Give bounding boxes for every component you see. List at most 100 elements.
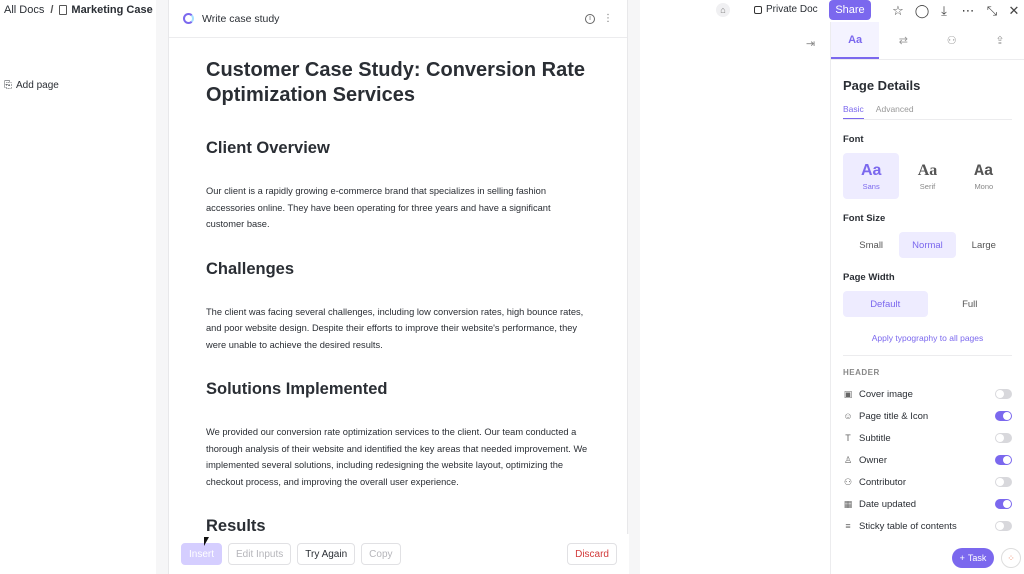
font-options: Aa Sans Aa Serif Aa Mono — [843, 153, 1012, 199]
tab-sync[interactable]: ⇄ — [879, 22, 927, 59]
breadcrumb: All Docs / Marketing Case Stud — [4, 4, 180, 16]
calendar-icon: ▦ — [843, 498, 853, 509]
toggle-switch[interactable] — [995, 433, 1012, 443]
panel-tabs: Aa ⇄ ⚇ ⇪ — [831, 22, 1024, 60]
toggle-row-owner: ♙ Owner — [843, 449, 1012, 471]
star-icon[interactable]: ☆ — [890, 3, 906, 19]
mouse-cursor-icon — [204, 537, 209, 546]
toggle-label: Subtitle — [859, 432, 891, 444]
people-icon: ⚇ — [946, 35, 957, 47]
width-full[interactable]: Full — [928, 291, 1013, 317]
ai-panel-header: Write case study i ⋮ — [169, 0, 627, 38]
subtab-basic[interactable]: Basic — [843, 104, 864, 119]
smiley-icon: ☺ — [843, 411, 853, 421]
panel-subtabs: Basic Advanced — [843, 104, 1012, 120]
font-glyph: Aa — [917, 161, 938, 179]
ai-write-panel: Write case study i ⋮ Customer Case Study… — [168, 0, 629, 574]
font-name: Sans — [862, 181, 880, 191]
discard-button[interactable]: Discard — [567, 543, 617, 565]
toggle-switch[interactable] — [995, 499, 1012, 509]
vertical-more-icon[interactable]: ⋮ — [603, 13, 613, 24]
section-body: The client was facing several challenges… — [206, 306, 584, 350]
list-icon: ≡ — [845, 521, 851, 531]
tab-people[interactable]: ⚇ — [928, 22, 976, 59]
ai-panel-title: Write case study — [202, 12, 280, 25]
toggle-row-subtitle: T Subtitle — [843, 427, 1012, 449]
sync-icon: ⇄ — [898, 35, 908, 47]
share-button[interactable]: Share — [829, 0, 871, 20]
doc-icon — [59, 5, 68, 15]
breadcrumb-all-docs[interactable]: All Docs — [4, 4, 44, 16]
task-label: Task — [967, 553, 987, 563]
toggle-label: Cover image — [859, 388, 913, 400]
private-doc-label: Private Doc — [766, 4, 818, 15]
add-task-button[interactable]: + Task — [952, 548, 994, 568]
toggle-row-date-updated: ▦ Date updated — [843, 493, 1012, 515]
toggle-label: Sticky table of contents — [859, 520, 957, 532]
subtab-advanced[interactable]: Advanced — [876, 104, 914, 119]
font-option-serif[interactable]: Aa Serif — [899, 153, 955, 199]
toggle-label: Contributor — [859, 476, 906, 488]
font-name: Serif — [919, 181, 936, 191]
download-icon[interactable]: ⤓ — [936, 3, 952, 19]
font-option-sans[interactable]: Aa Sans — [843, 153, 900, 199]
article-title: Customer Case Study: Conversion Rate Opt… — [206, 59, 585, 106]
font-option-mono[interactable]: Aa Mono — [956, 153, 1012, 199]
font-size-label: Font Size — [843, 213, 886, 224]
toggle-switch[interactable] — [995, 411, 1012, 421]
tag-icon[interactable]: ⌂ — [716, 3, 730, 17]
close-icon[interactable]: ✕ — [1006, 3, 1022, 19]
size-large[interactable]: Large — [956, 232, 1012, 258]
size-normal[interactable]: Normal — [899, 232, 956, 258]
add-page-icon: ⎘ — [4, 80, 12, 91]
breadcrumb-separator: / — [50, 4, 54, 16]
toggle-row-contributor: ⚇ Contributor — [843, 471, 1012, 493]
private-doc-button[interactable]: Private Doc — [754, 4, 818, 15]
apps-icon[interactable]: ⁘ — [1001, 548, 1021, 568]
section-heading: Results — [206, 517, 266, 535]
try-again-button[interactable]: Try Again — [297, 543, 356, 565]
toggle-label: Date updated — [859, 498, 917, 510]
collapse-panel-icon[interactable]: ⇥ — [806, 37, 815, 50]
toggle-row-page-title: ☺ Page title & Icon — [843, 405, 1012, 427]
toggle-label: Page title & Icon — [859, 410, 929, 422]
font-name: Mono — [974, 181, 994, 191]
toggle-switch[interactable] — [995, 389, 1012, 399]
font-glyph: Aa — [974, 161, 994, 180]
apply-typography-link[interactable]: Apply typography to all pages — [843, 333, 1012, 356]
edit-inputs-button[interactable]: Edit Inputs — [228, 543, 292, 565]
font-size-options: Small Normal Large — [843, 232, 1012, 258]
tab-typography[interactable]: Aa — [831, 22, 880, 59]
comment-icon[interactable]: ◯ — [914, 3, 930, 19]
info-icon[interactable]: i — [585, 13, 595, 24]
width-default[interactable]: Default — [843, 291, 928, 317]
insert-button[interactable]: Insert — [181, 543, 223, 565]
lock-icon — [754, 5, 762, 14]
toggle-switch[interactable] — [995, 477, 1012, 487]
add-page-label: Add page — [16, 80, 59, 91]
header-section-label: HEADER — [843, 368, 880, 377]
toggle-row-cover-image: ▣ Cover image — [843, 383, 1012, 405]
ai-action-bar: Insert Edit Inputs Try Again Copy Discar… — [169, 534, 629, 574]
size-small[interactable]: Small — [843, 232, 899, 258]
text-icon: T — [845, 433, 851, 443]
toggle-label: Owner — [859, 454, 887, 466]
export-icon: ⇪ — [995, 35, 1005, 47]
toggle-switch[interactable] — [995, 521, 1012, 531]
ai-logo-icon — [183, 13, 194, 24]
add-page-button[interactable]: ⎘ Add page — [4, 80, 59, 91]
toggle-row-sticky-toc: ≡ Sticky table of contents — [843, 515, 1012, 537]
overlay-strip-left — [156, 0, 168, 574]
page-details-panel: Aa ⇄ ⚇ ⇪ Page Details Basic Advanced Fon… — [830, 22, 1024, 574]
collapse-icon[interactable]: ⤡ — [984, 3, 1000, 19]
more-icon[interactable]: ⋯ — [960, 3, 976, 19]
generated-article: Customer Case Study: Conversion Rate Opt… — [169, 38, 627, 536]
font-label: Font — [843, 134, 864, 145]
section-heading: Client Overview — [206, 139, 330, 157]
section-body: Our client is a rapidly growing e-commer… — [206, 186, 551, 229]
tab-export[interactable]: ⇪ — [976, 22, 1024, 59]
section-body: We provided our conversion rate optimiza… — [206, 427, 588, 487]
copy-button[interactable]: Copy — [361, 543, 401, 565]
panel-title: Page Details — [843, 78, 921, 93]
toggle-switch[interactable] — [995, 455, 1012, 465]
